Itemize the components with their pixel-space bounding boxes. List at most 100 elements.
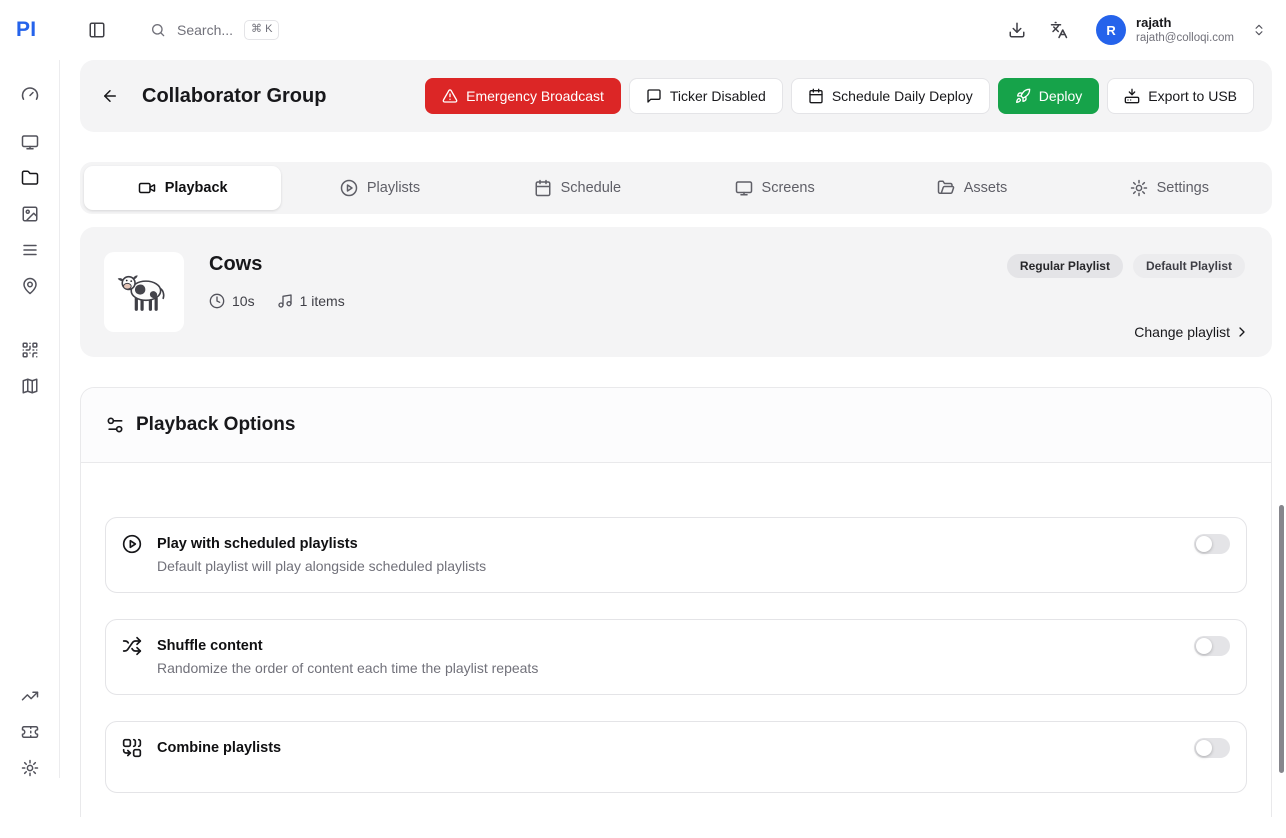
schedule-daily-deploy-button[interactable]: Schedule Daily Deploy <box>791 78 990 114</box>
tab-label: Settings <box>1157 180 1209 196</box>
ticket-icon <box>21 723 39 741</box>
tab-assets[interactable]: Assets <box>873 166 1070 210</box>
playback-options-title: Playback Options <box>136 414 295 436</box>
languages-icon <box>1050 21 1068 39</box>
search-shortcut-kbd: ⌘ K <box>244 20 279 39</box>
app-logo: PI <box>16 18 60 42</box>
sidebar-item-groups[interactable] <box>12 160 48 196</box>
folder-open-icon <box>937 179 955 197</box>
tab-bar: Playback Playlists Schedule Screens Asse… <box>80 162 1272 214</box>
button-label: Export to USB <box>1148 88 1237 104</box>
qr-code-icon <box>21 341 39 359</box>
tab-screens[interactable]: Screens <box>676 166 873 210</box>
gauge-icon <box>21 85 39 103</box>
rocket-icon <box>1015 88 1031 104</box>
tab-label: Playlists <box>367 180 420 196</box>
map-pin-icon <box>21 277 39 295</box>
user-menu[interactable]: R rajath rajath@colloqi.com <box>1096 15 1266 46</box>
scrollbar-thumb[interactable] <box>1279 505 1284 773</box>
playback-options-card: Playback Options Play with scheduled pla… <box>80 387 1272 817</box>
sidebar-item-playlists[interactable] <box>12 232 48 268</box>
page-header: Collaborator Group Emergency Broadcast T… <box>80 60 1272 132</box>
option-description: Randomize the order of content each time… <box>157 658 1184 678</box>
regular-playlist-badge: Regular Playlist <box>1007 254 1123 278</box>
combine-playlists-toggle[interactable] <box>1194 738 1230 758</box>
avatar: R <box>1096 15 1126 45</box>
gear-icon <box>1130 179 1148 197</box>
play-circle-icon <box>340 179 358 197</box>
folder-icon <box>21 169 39 187</box>
tab-playlists[interactable]: Playlists <box>281 166 478 210</box>
sidebar-item-screens[interactable] <box>12 124 48 160</box>
search-input[interactable]: Search... ⌘ K <box>150 20 279 39</box>
current-playlist-card: Cows 10s 1 items Regular Playlist Defaul… <box>80 227 1272 357</box>
button-label: Emergency Broadcast <box>466 88 604 104</box>
trending-up-icon <box>21 687 39 705</box>
sidebar-item-licenses[interactable] <box>12 714 48 750</box>
option-title: Combine playlists <box>157 738 1184 758</box>
tab-playback[interactable]: Playback <box>84 166 281 210</box>
usb-download-icon <box>1124 88 1140 104</box>
panel-left-icon <box>88 21 106 39</box>
clock-icon <box>209 293 225 309</box>
play-circle-icon <box>122 534 142 554</box>
chevrons-up-down-icon <box>1252 23 1266 37</box>
message-square-icon <box>646 88 662 104</box>
sidebar-item-map[interactable] <box>12 368 48 404</box>
page-title: Collaborator Group <box>142 85 326 108</box>
video-icon <box>138 179 156 197</box>
sidebar-item-dashboard[interactable] <box>12 76 48 112</box>
emergency-broadcast-button[interactable]: Emergency Broadcast <box>425 78 621 114</box>
duration-value: 10s <box>232 293 255 309</box>
calendar-icon <box>808 88 824 104</box>
option-description: Default playlist will play alongside sch… <box>157 556 1184 576</box>
sidebar <box>0 60 60 778</box>
gear-icon <box>21 759 39 777</box>
chevron-right-icon <box>1234 324 1250 340</box>
change-playlist-link[interactable]: Change playlist <box>1134 324 1250 340</box>
user-name: rajath <box>1136 15 1234 31</box>
playlist-info: Cows 10s 1 items <box>209 252 345 332</box>
sidebar-toggle-button[interactable] <box>80 13 114 47</box>
tab-label: Screens <box>762 180 815 196</box>
option-combine-playlists: Combine playlists <box>105 721 1247 793</box>
deploy-button[interactable]: Deploy <box>998 78 1100 114</box>
music-note-icon <box>277 293 293 309</box>
search-icon <box>150 22 166 38</box>
shuffle-icon <box>122 636 142 656</box>
arrow-left-icon <box>101 87 119 105</box>
button-label: Schedule Daily Deploy <box>832 88 973 104</box>
sidebar-item-settings[interactable] <box>12 750 48 778</box>
shuffle-content-toggle[interactable] <box>1194 636 1230 656</box>
playlist-badges: Regular Playlist Default Playlist <box>1007 254 1245 278</box>
download-icon <box>1008 21 1026 39</box>
download-button[interactable] <box>1000 13 1034 47</box>
playlist-meta: 10s 1 items <box>209 293 345 309</box>
playlist-thumbnail <box>104 252 184 332</box>
back-button[interactable] <box>92 78 128 114</box>
playlist-item-count: 1 items <box>277 293 345 309</box>
language-button[interactable] <box>1042 13 1076 47</box>
option-title: Shuffle content <box>157 636 1184 656</box>
playlist-duration: 10s <box>209 293 255 309</box>
option-text: Play with scheduled playlists Default pl… <box>152 534 1184 576</box>
monitor-icon <box>735 179 753 197</box>
default-playlist-badge: Default Playlist <box>1133 254 1245 278</box>
sidebar-item-locations[interactable] <box>12 268 48 304</box>
image-icon <box>21 205 39 223</box>
sidebar-item-media[interactable] <box>12 196 48 232</box>
sidebar-item-qr-codes[interactable] <box>12 332 48 368</box>
combine-icon <box>122 738 142 758</box>
warning-triangle-icon <box>442 88 458 104</box>
ticker-disabled-button[interactable]: Ticker Disabled <box>629 78 783 114</box>
option-title: Play with scheduled playlists <box>157 534 1184 554</box>
topbar-right: R rajath rajath@colloqi.com <box>1000 13 1266 47</box>
search-placeholder: Search... <box>177 22 233 38</box>
tab-schedule[interactable]: Schedule <box>479 166 676 210</box>
export-to-usb-button[interactable]: Export to USB <box>1107 78 1254 114</box>
button-label: Deploy <box>1039 88 1083 104</box>
tab-settings[interactable]: Settings <box>1071 166 1268 210</box>
page-actions: Emergency Broadcast Ticker Disabled Sche… <box>425 78 1254 114</box>
sidebar-item-analytics[interactable] <box>12 678 48 714</box>
play-with-scheduled-toggle[interactable] <box>1194 534 1230 554</box>
